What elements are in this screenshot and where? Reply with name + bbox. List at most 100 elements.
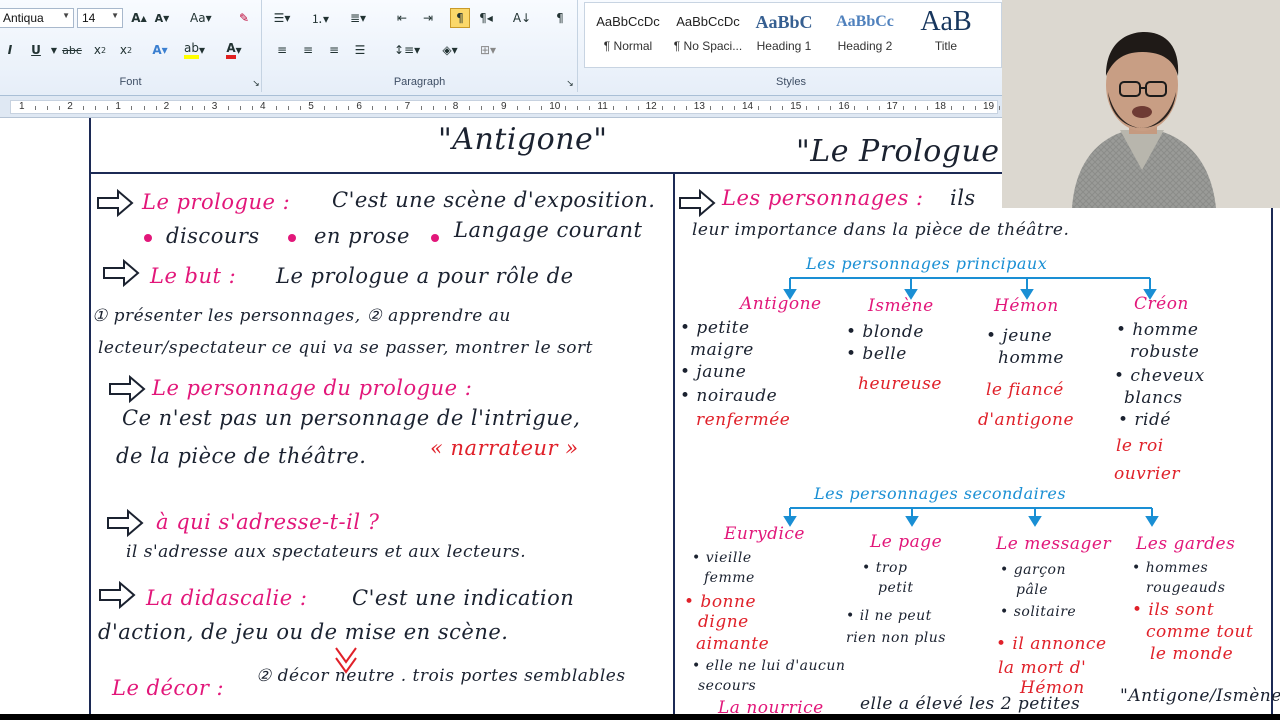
style-no-spacing-label: ¶ No Spaci... bbox=[673, 39, 743, 53]
char-gardes-red: • ils sont bbox=[1132, 600, 1215, 620]
align-right-icon[interactable]: ≡ bbox=[324, 40, 344, 60]
arrow-icon bbox=[679, 188, 716, 218]
font-name-value: Antiqua bbox=[3, 11, 44, 25]
narrateur-label: « narrateur » bbox=[430, 436, 579, 460]
superscript-icon[interactable]: x2 bbox=[116, 40, 136, 60]
ruler-number: 1 bbox=[115, 101, 121, 112]
underline-icon[interactable]: U bbox=[26, 40, 46, 60]
arrow-icon bbox=[97, 188, 134, 218]
align-left-icon[interactable]: ≡ bbox=[272, 40, 292, 60]
char-antigone-trait: • noiraude bbox=[680, 386, 778, 406]
ruler-tick bbox=[914, 106, 916, 110]
char-eurydice-trait: • vieille bbox=[692, 550, 752, 566]
rtl-icon[interactable]: ¶◂ bbox=[476, 8, 496, 28]
char-page-trait: rien non plus bbox=[846, 630, 946, 646]
chevron-down-icon[interactable]: ▼ bbox=[111, 11, 119, 20]
principaux-tree bbox=[783, 277, 1157, 300]
horizontal-ruler[interactable]: 1 2 1 2 3 4 5 6 7 8 9 10 11 12 13 14 15 16 17 18 19 bbox=[0, 96, 1025, 118]
char-gardes-red: le monde bbox=[1150, 644, 1234, 664]
char-hemon-trait: homme bbox=[998, 348, 1064, 368]
presenter-video bbox=[1002, 0, 1280, 208]
borders-icon[interactable]: ⊞▾ bbox=[478, 40, 498, 60]
ruler-number: 5 bbox=[308, 101, 314, 112]
but-line-3: lecteur/spectateur ce qui va se passer, … bbox=[98, 338, 593, 358]
ruler-tick bbox=[637, 106, 639, 110]
ruler-number: 10 bbox=[549, 101, 561, 112]
style-title[interactable]: AaB Title bbox=[906, 5, 986, 63]
style-title-sample: AaB bbox=[920, 6, 972, 37]
bullet-discours: discours bbox=[166, 224, 260, 248]
ruler-tick bbox=[179, 106, 181, 110]
personnage-prologue-heading: Le personnage du prologue : bbox=[152, 376, 473, 400]
bullets-icon[interactable]: ☰▾ bbox=[272, 8, 292, 28]
char-hemon-trait: • jeune bbox=[986, 326, 1053, 346]
clear-format-icon[interactable]: ✎ bbox=[234, 8, 254, 28]
char-eurydice-red: digne bbox=[698, 612, 749, 632]
ruler-tick bbox=[227, 106, 229, 110]
text-effects-icon[interactable]: A▾ bbox=[150, 40, 170, 60]
chevron-down-icon[interactable]: ▼ bbox=[62, 11, 70, 20]
didascalie-heading: La didascalie : bbox=[146, 586, 308, 610]
ruler-tick bbox=[818, 106, 820, 110]
style-heading-2[interactable]: AaBbCc Heading 2 bbox=[825, 5, 905, 63]
ruler-tick bbox=[251, 106, 253, 110]
line-spacing-icon[interactable]: ↕≡▾ bbox=[394, 40, 420, 60]
grow-font-icon[interactable]: A ▲ bbox=[129, 8, 149, 28]
font-name-field[interactable]: Antiqua ▼ bbox=[0, 8, 74, 28]
bottom-letterbox bbox=[0, 714, 1280, 720]
char-messager-name: Le messager bbox=[996, 534, 1112, 554]
ruler-tick bbox=[239, 106, 241, 110]
bullet-en-prose: en prose bbox=[314, 224, 410, 248]
char-antigone-trait: • petite bbox=[680, 318, 750, 338]
char-page-name: Le page bbox=[870, 532, 943, 552]
ruler-tick bbox=[733, 106, 735, 110]
paragraph-dialog-launcher-icon[interactable]: ↘ bbox=[560, 74, 580, 94]
increase-indent-icon[interactable]: ⇥ bbox=[418, 8, 438, 28]
ruler-tick bbox=[372, 106, 374, 110]
personnages-heading: Les personnages : bbox=[722, 186, 924, 210]
decrease-indent-icon[interactable]: ⇤ bbox=[392, 8, 412, 28]
style-normal[interactable]: AaBbCcDc ¶ Normal bbox=[588, 5, 668, 63]
char-antigone-trait: maigre bbox=[690, 340, 754, 360]
ruler-number: 15 bbox=[790, 101, 802, 112]
nourrice-names: "Antigone/Ismène" bbox=[1120, 686, 1280, 706]
multilevel-list-icon[interactable]: ≣▾ bbox=[348, 8, 368, 28]
change-case-icon[interactable]: Aa▾ bbox=[190, 8, 212, 28]
secondaires-label: Les personnages secondaires bbox=[814, 484, 1067, 503]
ruler-tick bbox=[758, 106, 760, 110]
style-heading-2-label: Heading 2 bbox=[837, 39, 893, 53]
ruler-tick bbox=[782, 106, 784, 110]
char-messager-red: la mort d' bbox=[998, 658, 1087, 678]
subscript-icon[interactable]: x2 bbox=[90, 40, 110, 60]
strikethrough-icon[interactable]: abc bbox=[62, 40, 82, 60]
ltr-icon[interactable]: ¶ bbox=[450, 8, 470, 28]
style-no-spacing[interactable]: AaBbCcDc ¶ No Spaci... bbox=[668, 5, 748, 63]
secondaires-tree bbox=[783, 507, 1159, 527]
show-marks-icon[interactable]: ¶ bbox=[550, 8, 570, 28]
style-heading-1[interactable]: AaBbC Heading 1 bbox=[744, 5, 824, 63]
ruler-number: 17 bbox=[886, 101, 898, 112]
style-no-spacing-sample: AaBbCcDc bbox=[676, 14, 740, 29]
ruler-tick bbox=[131, 106, 133, 110]
align-center-icon[interactable]: ≡ bbox=[298, 40, 318, 60]
qui-text: il s'adresse aux spectateurs et aux lect… bbox=[126, 542, 527, 562]
italic-icon[interactable]: I bbox=[0, 40, 20, 60]
font-color-icon[interactable]: A ▾ bbox=[224, 40, 244, 60]
char-creon-trait: robuste bbox=[1130, 342, 1200, 362]
decor-text: ② décor neutre . trois portes semblables bbox=[256, 666, 626, 686]
char-gardes-name: Les gardes bbox=[1136, 534, 1236, 554]
ruler-tick bbox=[950, 106, 952, 110]
justify-icon[interactable]: ☰ bbox=[350, 40, 370, 60]
shading-icon[interactable]: ◈▾ bbox=[440, 40, 460, 60]
highlight-icon[interactable]: ab ▾ bbox=[184, 40, 205, 60]
style-heading-2-sample: AaBbCc bbox=[836, 13, 894, 30]
ruler-tick bbox=[999, 106, 1001, 110]
underline-dropdown-icon[interactable]: ▼ bbox=[44, 40, 64, 60]
ruler-tick bbox=[577, 106, 579, 110]
font-size-field[interactable]: 14 ▼ bbox=[77, 8, 123, 28]
sort-icon[interactable]: A↓ bbox=[512, 8, 532, 28]
numbering-icon[interactable]: ⒈▾ bbox=[310, 8, 330, 28]
bullet-langage: Langage courant bbox=[454, 218, 643, 242]
ruler-tick bbox=[420, 106, 422, 110]
shrink-font-icon[interactable]: A ▼ bbox=[152, 8, 172, 28]
